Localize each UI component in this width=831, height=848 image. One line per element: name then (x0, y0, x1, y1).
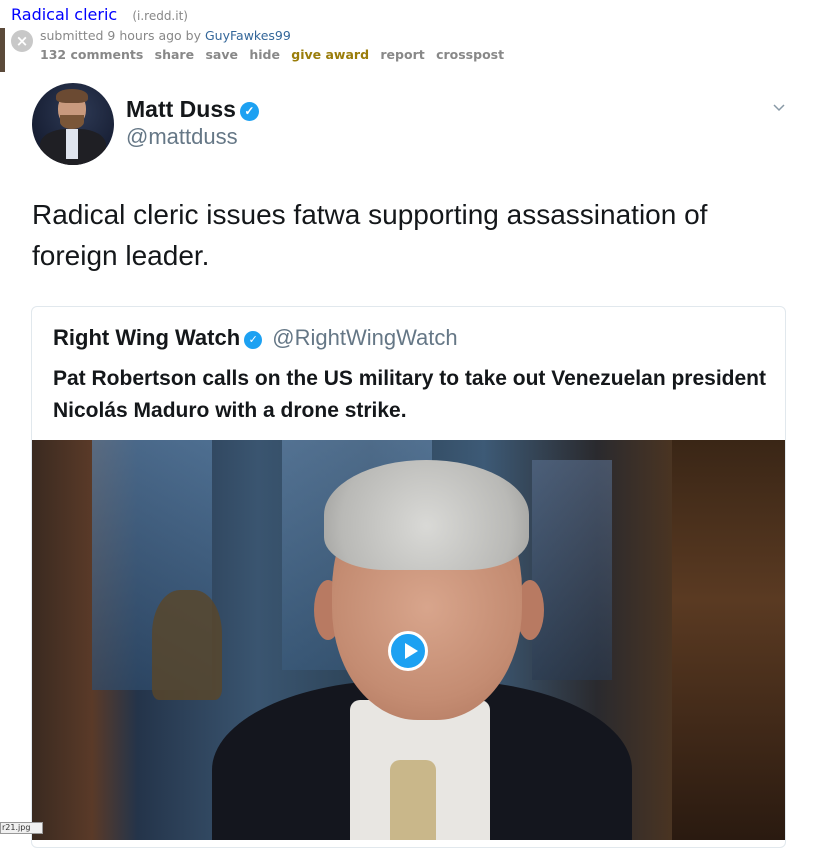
close-circle-icon[interactable]: × (11, 30, 33, 52)
avatar-shirt (66, 129, 78, 159)
background-bookshelf (672, 440, 785, 840)
speaker-tie (390, 760, 436, 840)
speaker-hair (324, 460, 529, 570)
post-domain[interactable]: (i.redd.it) (132, 9, 188, 23)
play-triangle (405, 643, 418, 659)
quoted-author-name: Right Wing Watch (53, 325, 241, 350)
play-icon[interactable] (388, 631, 428, 671)
verified-badge-icon: ✓ (244, 331, 263, 349)
give-award-button[interactable]: give award (291, 47, 369, 62)
post-thumbnail[interactable] (0, 28, 5, 72)
file-label: r21.jpg (0, 822, 43, 834)
save-button[interactable]: save (205, 47, 238, 62)
video-thumbnail[interactable] (32, 440, 785, 840)
tweet-author-name-text: Matt Duss (126, 96, 236, 122)
avatar-hair (56, 89, 88, 103)
quoted-author-handle: @RightWingWatch (272, 325, 458, 350)
chevron-down-icon[interactable] (773, 100, 785, 112)
verified-badge-icon: ✓ (239, 102, 259, 121)
quoted-tweet[interactable]: Right Wing Watch ✓ @RightWingWatch Pat Ro… (31, 306, 786, 848)
avatar[interactable] (32, 83, 114, 165)
tweet-author-handle[interactable]: @mattduss (126, 124, 238, 150)
post-header: × Radical cleric (i.redd.it) submitted 9… (0, 0, 831, 72)
author-link[interactable]: GuyFawkes99 (205, 28, 291, 43)
quoted-tweet-header: Right Wing Watch ✓ @RightWingWatch (53, 325, 458, 351)
crosspost-button[interactable]: crosspost (436, 47, 504, 62)
report-button[interactable]: report (380, 47, 424, 62)
tagline-text: submitted 9 hours ago by (40, 28, 202, 43)
tweet-text: Radical cleric issues fatwa supporting a… (32, 199, 708, 271)
background-statue (152, 590, 222, 700)
comments-button[interactable]: 132 comments (40, 47, 143, 62)
post-buttons: 132 comments share save hide give award … (40, 47, 511, 62)
post-tagline: submitted 9 hours ago by GuyFawkes99 (40, 28, 291, 43)
avatar-beard (60, 115, 84, 129)
tweet-author-name[interactable]: Matt Duss ✓ (126, 96, 259, 123)
quoted-tweet-text: Pat Robertson calls on the US military t… (53, 367, 766, 422)
share-button[interactable]: share (155, 47, 194, 62)
hide-button[interactable]: hide (249, 47, 280, 62)
post-title-link[interactable]: Radical cleric (11, 5, 117, 24)
title-line: Radical cleric (i.redd.it) (11, 5, 188, 24)
background-window (532, 460, 612, 680)
